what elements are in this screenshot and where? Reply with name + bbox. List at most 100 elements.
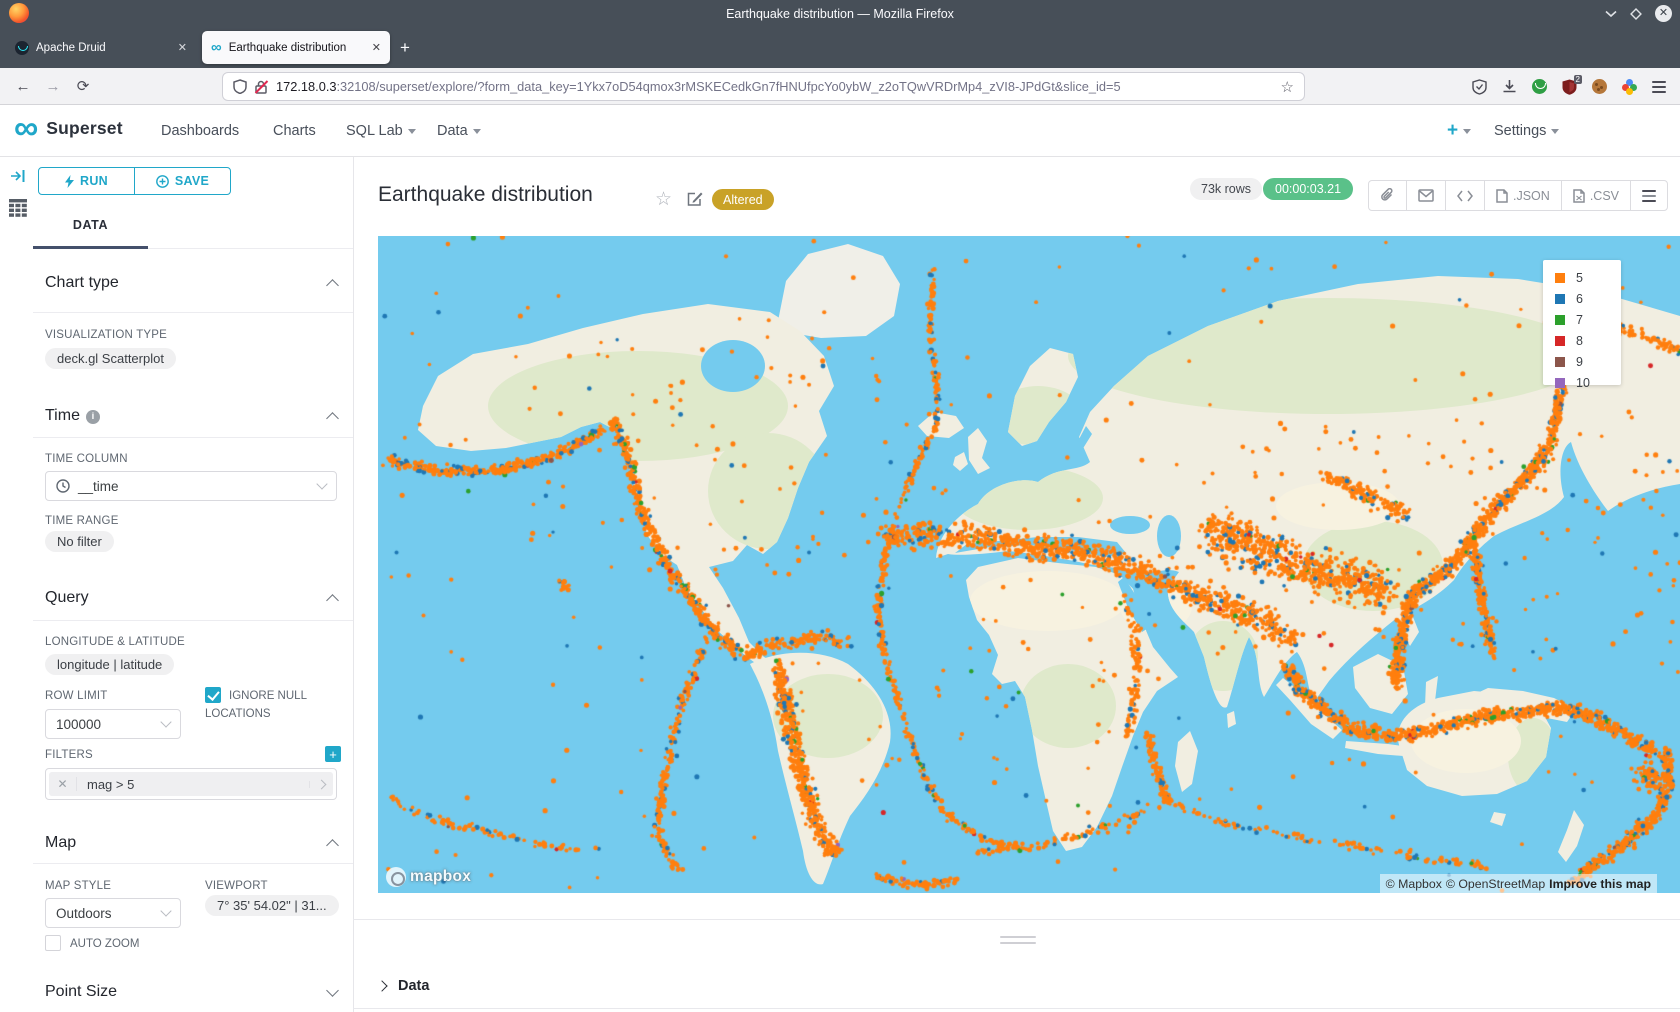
embed-code-button[interactable] xyxy=(1446,181,1485,210)
legend-item[interactable]: 8 xyxy=(1555,330,1621,351)
settings-menu[interactable]: Settings xyxy=(1494,105,1559,156)
export-json-button[interactable]: .JSON xyxy=(1485,181,1562,210)
forward-button[interactable]: → xyxy=(38,78,68,95)
remove-filter-icon[interactable]: ✕ xyxy=(49,777,77,791)
lonlat-value[interactable]: longitude | latitude xyxy=(45,654,174,675)
deckgl-map[interactable]: 5678 9 10 mapbox © Mapbox © OpenStreetMap … xyxy=(378,236,1680,893)
tab-earthquake-distribution[interactable]: ∞ Earthquake distribution ✕ xyxy=(202,31,390,64)
colorful-extension-icon[interactable] xyxy=(1622,79,1637,94)
improve-map-link[interactable]: Improve this map xyxy=(1549,877,1651,891)
edit-title-icon[interactable] xyxy=(687,191,703,207)
url-bar[interactable]: 172.18.0.3:32108/superset/explore/?form_… xyxy=(222,72,1305,101)
mapbox-attribution-link[interactable]: © Mapbox xyxy=(1386,877,1442,891)
time-column-select[interactable]: __time xyxy=(45,471,337,501)
earthquake-points-layer xyxy=(378,236,1680,893)
superset-favicon-icon: ∞ xyxy=(211,40,222,55)
insecure-lock-icon[interactable] xyxy=(254,80,268,94)
ublock-origin-icon[interactable]: 2 xyxy=(1562,79,1577,95)
time-range-label: TIME RANGE xyxy=(45,515,119,527)
data-section-toggle[interactable]: Data xyxy=(378,978,429,994)
reload-button[interactable]: ⟳ xyxy=(68,77,98,95)
email-button[interactable] xyxy=(1407,181,1446,210)
chevron-up-icon[interactable] xyxy=(326,839,339,852)
legend-swatch xyxy=(1555,336,1565,346)
chevron-down-icon xyxy=(473,129,481,134)
dataset-grid-icon[interactable] xyxy=(9,199,27,217)
section-time[interactable]: Timei xyxy=(45,407,100,425)
cookie-extension-icon[interactable] xyxy=(1592,79,1607,94)
add-filter-button[interactable]: + xyxy=(325,746,341,762)
copy-link-button[interactable] xyxy=(1369,181,1407,210)
minimize-icon[interactable] xyxy=(1605,10,1617,18)
bookmark-star-icon[interactable]: ☆ xyxy=(1281,78,1294,96)
expand-panel-icon[interactable] xyxy=(10,169,26,183)
superset-logo[interactable]: ∞ Superset xyxy=(14,113,123,143)
ignore-null-label: IGNORE NULL xyxy=(229,690,307,702)
chart-title: Earthquake distribution xyxy=(378,183,593,207)
tab-close-icon[interactable]: ✕ xyxy=(178,41,187,54)
tab-strip: Apache Druid ✕ ∞ Earthquake distribution… xyxy=(0,27,1680,68)
back-button[interactable]: ← xyxy=(8,78,38,95)
map-attribution: © Mapbox © OpenStreetMap Improve this ma… xyxy=(1380,874,1657,893)
chevron-up-icon[interactable] xyxy=(326,412,339,425)
legend-item[interactable]: 5 xyxy=(1555,267,1621,288)
chart-menu-button[interactable] xyxy=(1631,181,1667,210)
section-chart-type[interactable]: Chart type xyxy=(45,274,119,292)
viewport-value[interactable]: 7° 35' 54.02" | 31... xyxy=(205,895,339,916)
auto-zoom-checkbox[interactable] xyxy=(45,935,61,951)
chevron-down-icon[interactable] xyxy=(326,984,339,997)
legend-label: 9 xyxy=(1576,355,1583,369)
legend-item[interactable]: 6 xyxy=(1555,288,1621,309)
mapbox-logo[interactable]: mapbox xyxy=(386,867,471,887)
row-limit-select[interactable]: 100000 xyxy=(45,709,181,739)
download-icon[interactable] xyxy=(1502,79,1517,94)
nav-data[interactable]: Data xyxy=(437,105,481,156)
nav-charts[interactable]: Charts xyxy=(273,105,316,156)
legend-item[interactable]: 7 xyxy=(1555,309,1621,330)
chevron-down-icon xyxy=(316,478,327,489)
ignore-null-checkbox[interactable] xyxy=(205,687,221,703)
envelope-icon xyxy=(1418,189,1434,202)
legend-item[interactable]: 10 xyxy=(1555,372,1621,393)
export-csv-button[interactable]: .CSV xyxy=(1562,181,1631,210)
chevron-up-icon[interactable] xyxy=(326,594,339,607)
menu-icon[interactable] xyxy=(1652,86,1666,88)
url-text: 172.18.0.3:32108/superset/explore/?form_… xyxy=(276,79,1281,94)
viz-type-value[interactable]: deck.gl Scatterplot xyxy=(45,348,176,369)
filters-label: FILTERS xyxy=(45,749,93,761)
map-style-select[interactable]: Outdoors xyxy=(45,898,181,928)
save-button[interactable]: SAVE xyxy=(135,168,230,194)
tab-data[interactable]: DATA xyxy=(33,205,148,245)
legend-item[interactable]: 9 xyxy=(1555,351,1621,372)
tracking-shield-icon[interactable] xyxy=(233,79,247,94)
favorite-star-icon[interactable]: ☆ xyxy=(655,188,672,211)
time-range-value[interactable]: No filter xyxy=(45,531,114,552)
section-map[interactable]: Map xyxy=(45,834,76,852)
tab-apache-druid[interactable]: Apache Druid ✕ xyxy=(6,31,196,64)
close-icon[interactable]: ✕ xyxy=(1655,5,1672,22)
maximize-icon[interactable] xyxy=(1630,8,1642,20)
filter-chip[interactable]: ✕ mag > 5 xyxy=(49,772,333,796)
new-item-button[interactable]: + xyxy=(1447,105,1471,156)
new-tab-button[interactable]: + xyxy=(400,38,410,58)
dataset-rail xyxy=(0,157,33,1012)
chevron-right-icon xyxy=(376,980,387,991)
legend-swatch xyxy=(1555,294,1565,304)
tab-close-icon[interactable]: ✕ xyxy=(372,41,381,54)
section-point-size[interactable]: Point Size xyxy=(45,983,117,1001)
viz-type-label: VISUALIZATION TYPE xyxy=(45,329,167,341)
section-query[interactable]: Query xyxy=(45,589,89,607)
extension-green-icon[interactable] xyxy=(1532,79,1547,94)
expand-filter-icon[interactable] xyxy=(309,781,333,788)
osm-attribution-link[interactable]: © OpenStreetMap xyxy=(1446,877,1545,891)
chevron-down-icon xyxy=(1551,129,1559,134)
run-button[interactable]: RUN xyxy=(39,168,135,194)
panel-resize-handle[interactable] xyxy=(1000,936,1036,946)
chevron-up-icon[interactable] xyxy=(326,279,339,292)
nav-dashboards[interactable]: Dashboards xyxy=(161,105,239,156)
map-legend[interactable]: 5678910 xyxy=(1543,260,1621,385)
protections-shield-icon[interactable] xyxy=(1472,79,1487,95)
altered-badge[interactable]: Altered xyxy=(712,189,774,210)
info-icon: i xyxy=(86,410,100,424)
nav-sql-lab[interactable]: SQL Lab xyxy=(346,105,416,156)
